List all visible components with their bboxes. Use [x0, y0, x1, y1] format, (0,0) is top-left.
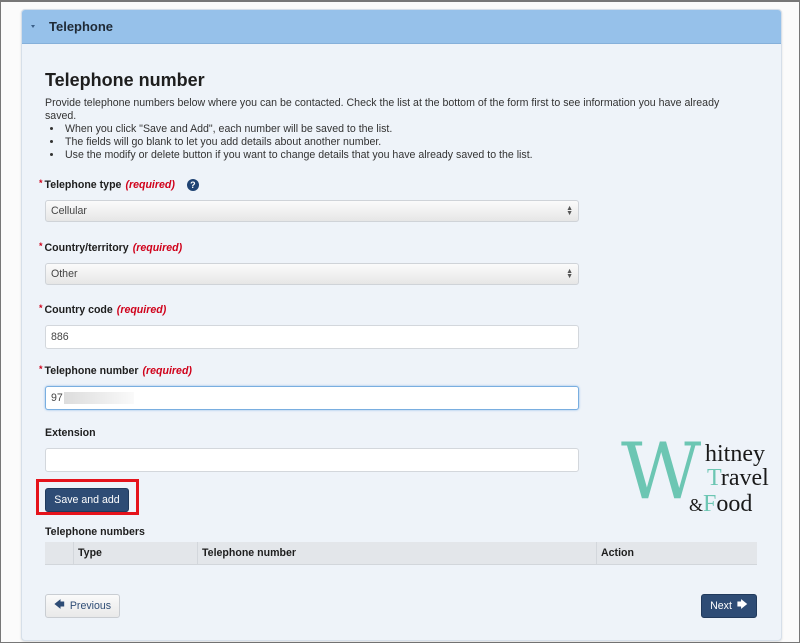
logo-line-food: &Food — [689, 491, 753, 517]
help-icon[interactable]: ? — [186, 179, 199, 191]
panel-header[interactable]: Telephone — [22, 10, 781, 44]
previous-button[interactable]: 🡄 Previous — [45, 594, 120, 618]
instruction-item: The fields will go blank to let you add … — [63, 136, 745, 149]
logo-line-whitney: hitney — [705, 441, 765, 467]
table-header-select — [45, 542, 74, 564]
telephone-type-label: * Telephone type (required) ? — [39, 178, 579, 192]
table-title: Telephone numbers — [45, 526, 145, 538]
required-marker: * — [39, 241, 43, 251]
required-text: (required) — [132, 242, 183, 254]
country-code-input[interactable]: 886 — [45, 325, 579, 349]
required-marker: * — [39, 178, 43, 188]
telephone-type-select[interactable]: Cellular ▲ ▼ — [45, 200, 579, 222]
logo-line-travel: Travel — [707, 465, 769, 491]
save-and-add-button[interactable]: Save and add — [45, 488, 129, 512]
extension-field: Extension — [45, 426, 579, 472]
select-arrows-icon: ▲ ▼ — [566, 205, 573, 217]
instruction-item: Use the modify or delete button if you w… — [63, 149, 745, 162]
intro-text: Provide telephone numbers below where yo… — [45, 97, 720, 122]
table-header-telephone-number: Telephone number — [198, 542, 597, 564]
required-text: (required) — [116, 304, 167, 316]
arrow-left-icon: 🡄 — [53, 599, 65, 611]
country-code-label: * Country code (required) — [39, 303, 167, 316]
country-select[interactable]: Other ▲ ▼ — [45, 263, 579, 285]
required-text: (required) — [142, 365, 192, 377]
section-content: Telephone number Provide telephone numbe… — [45, 70, 745, 162]
required-marker: * — [39, 303, 43, 313]
panel-title: Telephone — [49, 19, 114, 34]
page-title: Telephone number — [45, 70, 205, 90]
telephone-number-field: * Telephone number (required) 97 — [39, 364, 579, 410]
country-field: * Country/territory (required) Other ▲ ▼ — [39, 241, 579, 285]
extension-input[interactable] — [45, 448, 579, 472]
caret-down-icon[interactable] — [31, 25, 35, 28]
instructions-list: When you click "Save and Add", each numb… — [45, 123, 745, 162]
telephone-type-field: * Telephone type (required) ? Cellular ▲… — [39, 178, 579, 222]
telephone-numbers-table: Type Telephone number Action — [45, 542, 757, 565]
next-button[interactable]: Next 🡆 — [701, 594, 757, 618]
required-text: (required) — [125, 179, 175, 191]
arrow-right-icon: 🡆 — [736, 599, 748, 611]
country-code-field: * Country code (required) 886 — [39, 303, 579, 349]
table-header-type: Type — [74, 542, 198, 564]
telephone-number-label: * Telephone number (required) — [39, 364, 192, 377]
select-arrows-icon: ▲ ▼ — [566, 268, 573, 280]
required-marker: * — [39, 364, 43, 374]
table-header-action: Action — [601, 547, 634, 559]
country-label: * Country/territory (required) — [39, 241, 183, 254]
extension-label: Extension — [45, 427, 96, 439]
watermark-logo: W hitney Travel &Food — [621, 432, 791, 520]
instruction-item: When you click "Save and Add", each numb… — [63, 123, 745, 136]
telephone-number-input[interactable]: 97 — [45, 386, 579, 410]
redacted-digits — [63, 392, 134, 404]
